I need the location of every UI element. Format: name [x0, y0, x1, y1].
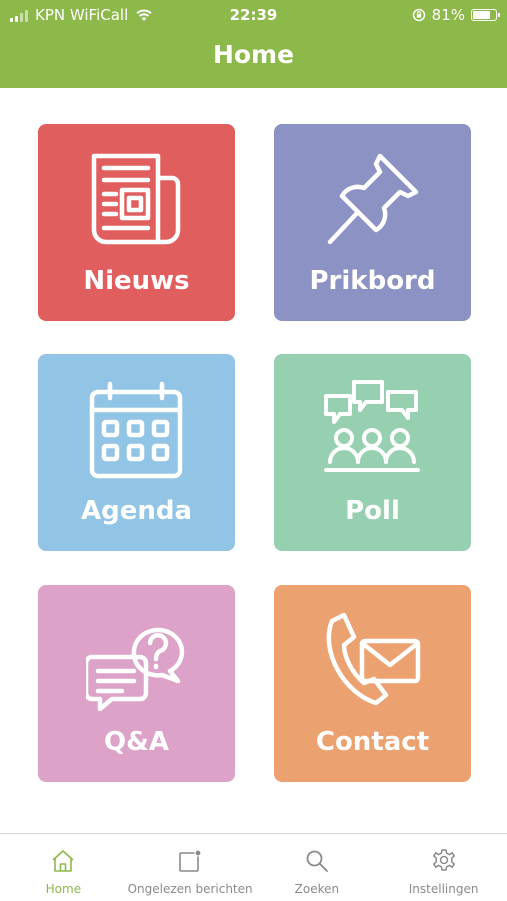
tile-prikbord[interactable]: Prikbord — [274, 124, 471, 321]
group-chat-icon — [324, 380, 420, 472]
status-bar: KPN WiFiCall 22:39 81% — [0, 0, 507, 32]
tile-label: Nieuws — [83, 266, 190, 296]
battery-percent: 81% — [431, 6, 465, 24]
orientation-lock-icon — [412, 8, 425, 22]
bottom-nav: Home Ongelezen berichten Zoeken Instelli… — [0, 833, 507, 901]
tile-label: Contact — [315, 727, 430, 757]
tile-label: Poll — [345, 496, 400, 526]
tile-nieuws[interactable]: Nieuws — [38, 124, 235, 321]
search-icon — [306, 850, 328, 872]
nav-label: Instellingen — [408, 882, 479, 896]
tile-qa[interactable]: Q&A — [38, 585, 235, 782]
phone-mail-icon — [326, 612, 421, 706]
battery-icon — [471, 9, 500, 21]
nav-label: Ongelezen berichten — [127, 882, 253, 896]
nav-item-unread-messages[interactable]: Ongelezen berichten — [127, 834, 254, 901]
nav-item-home[interactable]: Home — [0, 834, 127, 901]
newspaper-icon — [91, 153, 181, 245]
tile-agenda[interactable]: Agenda — [38, 354, 235, 551]
app-header: KPN WiFiCall 22:39 81% Home — [0, 0, 507, 88]
question-chat-icon — [86, 627, 185, 711]
nav-label: Zoeken — [294, 882, 340, 896]
nav-item-settings[interactable]: Instellingen — [380, 834, 507, 901]
calendar-icon — [89, 381, 183, 479]
gear-icon — [432, 849, 455, 871]
unread-messages-icon — [179, 849, 202, 872]
nav-label: Home — [45, 882, 82, 896]
pushpin-icon — [327, 153, 419, 245]
tile-contact[interactable]: Contact — [274, 585, 471, 782]
nav-item-search[interactable]: Zoeken — [254, 834, 381, 901]
tile-poll[interactable]: Poll — [274, 354, 471, 551]
home-icon — [52, 850, 74, 872]
page-title: Home — [212, 40, 295, 69]
tile-label: Prikbord — [309, 266, 436, 296]
tile-label: Agenda — [80, 496, 193, 526]
tile-label: Q&A — [104, 727, 169, 757]
